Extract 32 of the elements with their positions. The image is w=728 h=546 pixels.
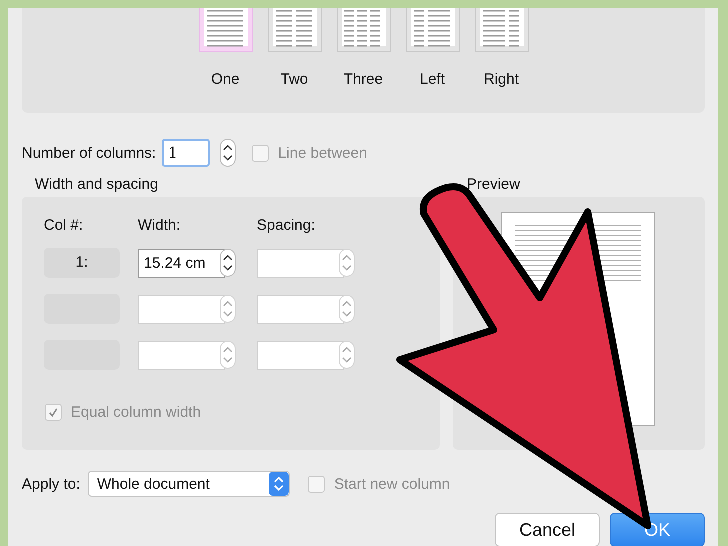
checkbox-label: Line between bbox=[278, 144, 368, 162]
column-header: Width: bbox=[138, 217, 182, 235]
field-label: Apply to: bbox=[22, 476, 80, 492]
columns-input[interactable]: 1 bbox=[162, 139, 210, 167]
section-title: Width and spacing bbox=[35, 176, 160, 194]
spacing-field[interactable] bbox=[257, 294, 344, 324]
section-title: Preview bbox=[467, 176, 522, 194]
page-layout-icon[interactable] bbox=[198, 8, 252, 52]
checkbox-label: Start new column bbox=[334, 476, 450, 492]
preset-label[interactable]: Two bbox=[280, 71, 308, 88]
checkmark-icon bbox=[47, 406, 60, 419]
page-layout-icon[interactable] bbox=[268, 8, 322, 52]
cancel-button[interactable]: Cancel bbox=[495, 513, 600, 546]
column-number: 1: bbox=[44, 248, 120, 278]
preset-label[interactable]: Right bbox=[484, 71, 520, 88]
width-field[interactable]: 15.24 cm bbox=[138, 248, 225, 278]
page-layout-icon[interactable] bbox=[336, 8, 390, 52]
field-label: Number of columns: bbox=[22, 144, 156, 162]
preset-label[interactable]: One bbox=[211, 71, 240, 88]
checkbox-label: Equal column width bbox=[71, 404, 202, 421]
column-header: Spacing: bbox=[257, 217, 316, 235]
dropdown-arrows-icon[interactable] bbox=[269, 472, 290, 496]
apply-to-dropdown[interactable]: Whole document bbox=[88, 471, 290, 497]
column-header: Col #: bbox=[44, 217, 84, 235]
spacing-field[interactable] bbox=[257, 248, 344, 278]
page-layout-icon[interactable] bbox=[406, 8, 460, 52]
stepper-icon[interactable] bbox=[220, 249, 236, 277]
spacing-field[interactable] bbox=[257, 340, 344, 370]
preset-label[interactable]: Three bbox=[344, 71, 384, 88]
page-layout-icon[interactable] bbox=[474, 8, 528, 52]
stepper-icon[interactable] bbox=[220, 139, 236, 167]
preset-label[interactable]: Left bbox=[420, 71, 446, 88]
